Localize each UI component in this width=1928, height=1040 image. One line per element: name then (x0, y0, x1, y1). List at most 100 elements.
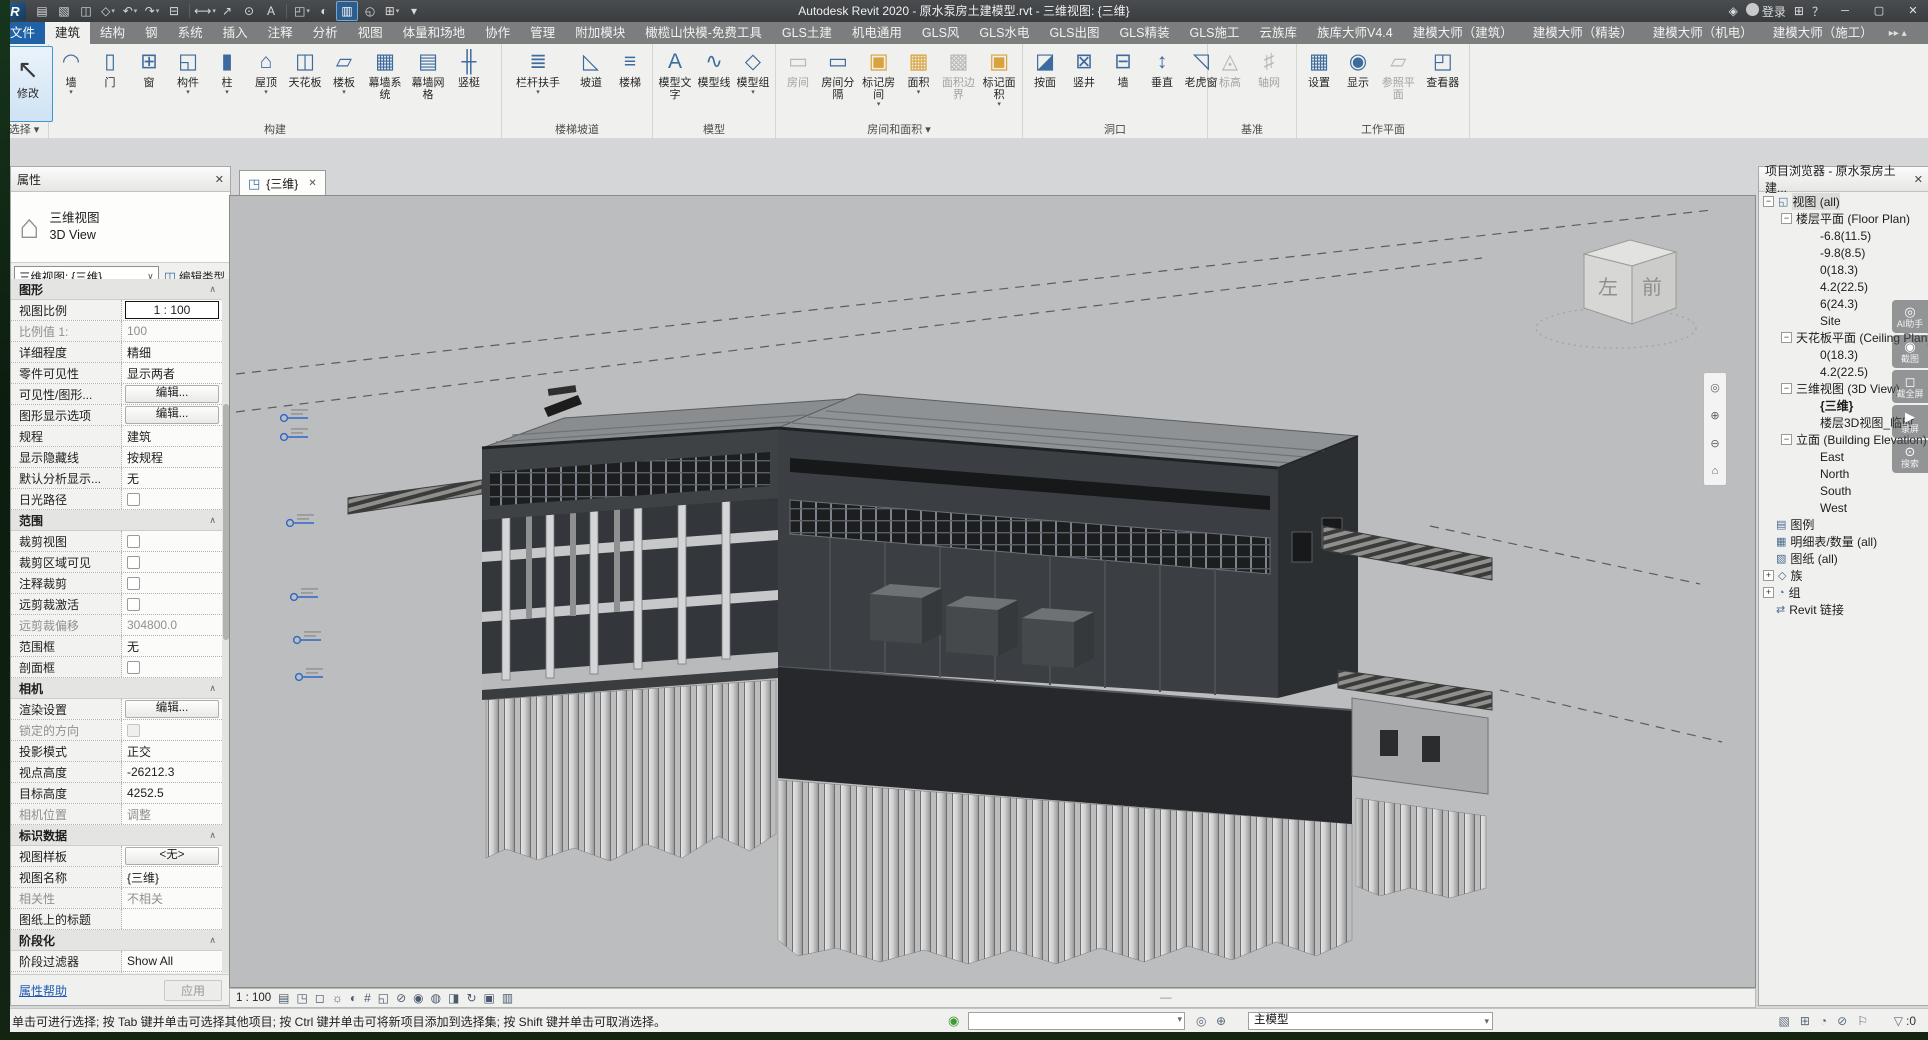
ribbon-tab[interactable]: 族库大师V4.4 (1307, 22, 1403, 44)
view-control-icon[interactable]: ◳ (297, 989, 308, 1007)
property-row[interactable]: 零件可见性 显示两者 显示两者 显示两者 (11, 363, 222, 384)
tree-expander-icon[interactable] (1807, 299, 1816, 308)
tree-expander-icon[interactable]: + (1763, 570, 1774, 581)
project-browser-close-icon[interactable]: ✕ (1914, 173, 1923, 186)
quick-access-icon[interactable]: ◐ (314, 2, 334, 20)
property-input[interactable]: 1 : 100 (125, 301, 219, 319)
ribbon-button[interactable]: ⊞ 窗 (130, 46, 168, 97)
tree-item[interactable]: ⇄ Revit 链接 (1759, 601, 1928, 618)
ribbon-tab[interactable]: 注释 (258, 22, 303, 44)
tree-expander-icon[interactable]: − (1781, 383, 1792, 394)
property-row[interactable]: 裁剪视图 (11, 531, 222, 552)
home-view-icon[interactable]: ⌂ (1712, 465, 1719, 477)
tree-item[interactable]: -6.8(11.5) (1759, 227, 1928, 244)
ribbon-tab[interactable]: GLS施工 (1179, 22, 1249, 44)
quick-access-icon[interactable]: ▤ (32, 2, 52, 20)
ribbon-tab[interactable]: GLS水电 (969, 22, 1039, 44)
ribbon-tab[interactable]: 插入 (213, 22, 258, 44)
tree-expander-icon[interactable] (1807, 469, 1816, 478)
ribbon-tab[interactable]: 钢 (135, 22, 168, 44)
tree-expander-icon[interactable]: − (1781, 332, 1792, 343)
zoom-in-icon[interactable]: ⊕ (1710, 409, 1719, 422)
type-preview[interactable]: ⌂ 三维视图 3D View (11, 192, 230, 263)
tree-expander-icon[interactable] (1807, 282, 1816, 291)
property-row[interactable]: 可见性/图形... 编辑... 编辑... 编辑... (11, 384, 222, 405)
modify-button[interactable]: ↖ 修改 (3, 46, 53, 122)
property-row[interactable]: 视点高度 -26212.3 -26212.3 -26212.3 (11, 762, 222, 783)
ribbon-tab[interactable]: 协作 (475, 22, 520, 44)
quick-access-icon[interactable]: ▧ (54, 2, 74, 20)
selection-toggle-icon[interactable]: ▧ (1779, 1014, 1790, 1028)
tree-expander-icon[interactable] (1807, 231, 1816, 240)
quick-access-icon[interactable]: ◵ (360, 2, 380, 20)
ribbon-button[interactable]: ↕ 垂直 (1143, 46, 1181, 97)
quick-access-icon[interactable]: A (261, 2, 281, 20)
tree-expander-icon[interactable] (1763, 537, 1772, 546)
ribbon-button[interactable]: ▭ 房间 (779, 46, 817, 97)
selection-filter[interactable]: ▽ :0 (1894, 1014, 1916, 1028)
property-checkbox[interactable] (127, 577, 140, 590)
view-control-icon[interactable]: ▣ (484, 989, 495, 1007)
property-row[interactable]: 视图样板 <无> <无> <无> (11, 846, 222, 867)
property-checkbox[interactable] (127, 661, 140, 674)
property-row[interactable]: 视图比例 1 : 100 1 : 100 1 : 100 (11, 300, 222, 321)
property-row[interactable]: 相机位置 调整 调整 调整 (11, 804, 222, 825)
view-control-icon[interactable]: ◐ (350, 989, 357, 1007)
property-row[interactable]: 比例值 1: 100 100 100 (11, 321, 222, 342)
ribbon-button[interactable]: ◪ 按面 (1026, 46, 1064, 97)
tree-item[interactable]: + ◇ 族 (1759, 567, 1928, 584)
property-row[interactable]: 相机 ∧ (11, 678, 222, 699)
ribbon-button[interactable]: ≡ 楼梯 (611, 46, 649, 97)
tree-expander-icon[interactable]: − (1781, 434, 1792, 445)
property-row[interactable]: 阶段化 ∧ (11, 930, 222, 951)
app-store-icon[interactable]: ⊞ (1794, 4, 1804, 18)
quick-access-icon[interactable]: ▾ (404, 2, 424, 20)
ribbon-tab[interactable]: 结构 (90, 22, 135, 44)
property-row[interactable]: 投影模式 正交 正交 正交 (11, 741, 222, 762)
view-control-icon[interactable]: ⊘ (396, 989, 406, 1007)
tree-item[interactable]: − 楼层平面 (Floor Plan) (1759, 210, 1928, 227)
tree-expander-icon[interactable] (1807, 503, 1816, 512)
ribbon-tab[interactable]: 建模大师（施工） (1763, 22, 1883, 44)
viewcube[interactable]: 左 前 (1536, 240, 1696, 348)
tree-item[interactable]: + ◔ 组 (1759, 584, 1928, 601)
quick-access-icon[interactable]: ⊟ (164, 2, 184, 20)
overlay-button[interactable]: ⊙ 搜索 (1892, 440, 1928, 473)
section-chevron-icon[interactable]: ∧ (209, 515, 216, 526)
design-option-combo[interactable]: 主模型 (1248, 1012, 1493, 1030)
property-checkbox[interactable] (127, 556, 140, 569)
ribbon-button[interactable]: ▣ 标记面积 ▾ (979, 46, 1019, 109)
view-control-icon[interactable]: ☼ (332, 989, 343, 1007)
ribbon-button[interactable]: ◇ 模型组 ▾ (734, 46, 772, 97)
ribbon-button[interactable]: ◱ 构件 ▾ (169, 46, 207, 97)
navigation-bar[interactable]: ◎ ⊕ ⊖ ⌂ (1703, 372, 1727, 486)
tree-expander-icon[interactable]: − (1763, 196, 1774, 207)
ribbon-button[interactable]: ▦ 设置 (1300, 46, 1338, 97)
model-canvas[interactable]: 左 前 (230, 196, 1755, 987)
editing-requests-icon[interactable]: ⊕ (1216, 1014, 1226, 1028)
drawing-area[interactable]: 左 前 ◎ ⊕ ⊖ ⌂ (229, 195, 1756, 988)
property-row[interactable]: 裁剪区域可见 (11, 552, 222, 573)
quick-access-icon[interactable]: ⊞ (382, 2, 402, 20)
minimize-button[interactable]: ─ (1832, 1, 1858, 21)
property-row[interactable]: 注释裁剪 (11, 573, 222, 594)
property-row[interactable]: 图形显示选项 编辑... 编辑... 编辑... (11, 405, 222, 426)
quick-access-icon[interactable] (286, 4, 287, 18)
property-row[interactable]: 规程 建筑 建筑 建筑 (11, 426, 222, 447)
ribbon-tab[interactable]: GLS出图 (1039, 22, 1109, 44)
properties-help-link[interactable]: 属性帮助 (19, 982, 67, 999)
quick-access-icon[interactable]: ↷ (142, 2, 162, 20)
project-browser-header[interactable]: 项目浏览器 - 原水泵房土建... ✕ (1759, 167, 1928, 192)
property-row[interactable]: 图形 ∧ (11, 279, 222, 300)
view-scale-button[interactable]: 1 : 100 (236, 992, 271, 1004)
quick-access-icon[interactable] (189, 4, 190, 18)
view-tab[interactable]: ◳ {三维} ✕ (239, 170, 326, 196)
ribbon-tab[interactable]: 视图 (348, 22, 393, 44)
ribbon-button[interactable]: ♯ 轴网 (1250, 46, 1288, 97)
property-row[interactable]: 显示隐藏线 按规程 按规程 按规程 (11, 447, 222, 468)
tree-item[interactable]: ▦ 明细表/数量 (all) (1759, 533, 1928, 550)
tree-expander-icon[interactable] (1807, 265, 1816, 274)
ribbon-tab[interactable]: 分析 (303, 22, 348, 44)
tree-expander-icon[interactable]: + (1763, 587, 1774, 598)
tree-expander-icon[interactable] (1763, 554, 1772, 563)
